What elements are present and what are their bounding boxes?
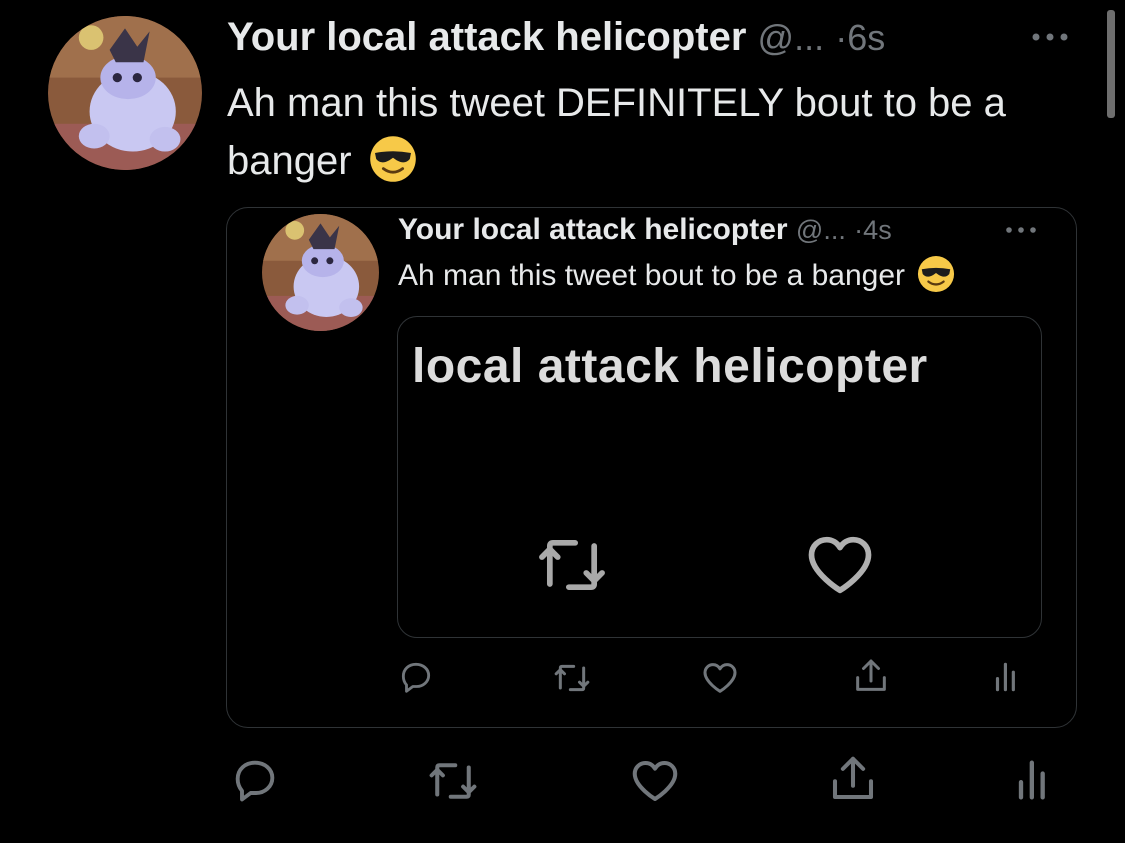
- quoted-media-image[interactable]: local attack helicopter: [397, 316, 1042, 638]
- quoted-author-display-name[interactable]: Your local attack helicopter: [398, 213, 788, 246]
- main-tweet-avatar[interactable]: [48, 16, 202, 170]
- author-handle[interactable]: @...: [758, 17, 825, 58]
- reply-icon[interactable]: [229, 754, 281, 806]
- media-heart-icon: [802, 527, 878, 603]
- time-separator: ·: [835, 17, 848, 58]
- quoted-retweet-icon[interactable]: [552, 658, 592, 698]
- quoted-more-dots-icon[interactable]: [1003, 224, 1039, 236]
- quoted-author-handle[interactable]: @...: [796, 215, 846, 245]
- main-tweet-header: Your local attack helicopter @... ·6s: [227, 12, 885, 63]
- media-retweet-icon: [534, 527, 610, 603]
- smiling-face-with-sunglasses-icon: [917, 255, 955, 293]
- quoted-tweet-avatar[interactable]: [262, 214, 379, 331]
- quoted-tweet-text: Ah man this tweet bout to be a banger: [398, 259, 905, 292]
- main-tweet-text-block: Ah man this tweet DEFINITELY bout to be …: [227, 74, 1077, 190]
- quoted-tweet-header: Your local attack helicopter @... ·4s: [398, 210, 892, 250]
- quoted-tweet-timestamp[interactable]: 4s: [863, 215, 892, 245]
- share-icon[interactable]: [826, 752, 880, 806]
- quoted-share-icon[interactable]: [851, 656, 891, 696]
- quoted-tweet-text-block: Ah man this tweet bout to be a banger: [398, 256, 955, 296]
- quoted-reply-icon[interactable]: [397, 658, 435, 696]
- retweet-icon[interactable]: [426, 754, 480, 808]
- smiling-face-with-sunglasses-icon: [369, 135, 417, 183]
- analytics-icon[interactable]: [1008, 754, 1060, 806]
- like-icon[interactable]: [628, 754, 682, 808]
- scrollbar-thumb[interactable]: [1107, 10, 1115, 118]
- tweet-timestamp[interactable]: 6s: [847, 17, 885, 58]
- author-display-name[interactable]: Your local attack helicopter: [227, 15, 746, 59]
- quoted-analytics-icon[interactable]: [988, 658, 1026, 696]
- media-caption-text: local attack helicopter: [412, 340, 928, 393]
- more-dots-icon[interactable]: [1028, 30, 1072, 44]
- quoted-time-separator: ·: [854, 215, 864, 245]
- quoted-like-icon[interactable]: [700, 658, 740, 698]
- main-tweet-text: Ah man this tweet DEFINITELY bout to be …: [227, 81, 1006, 183]
